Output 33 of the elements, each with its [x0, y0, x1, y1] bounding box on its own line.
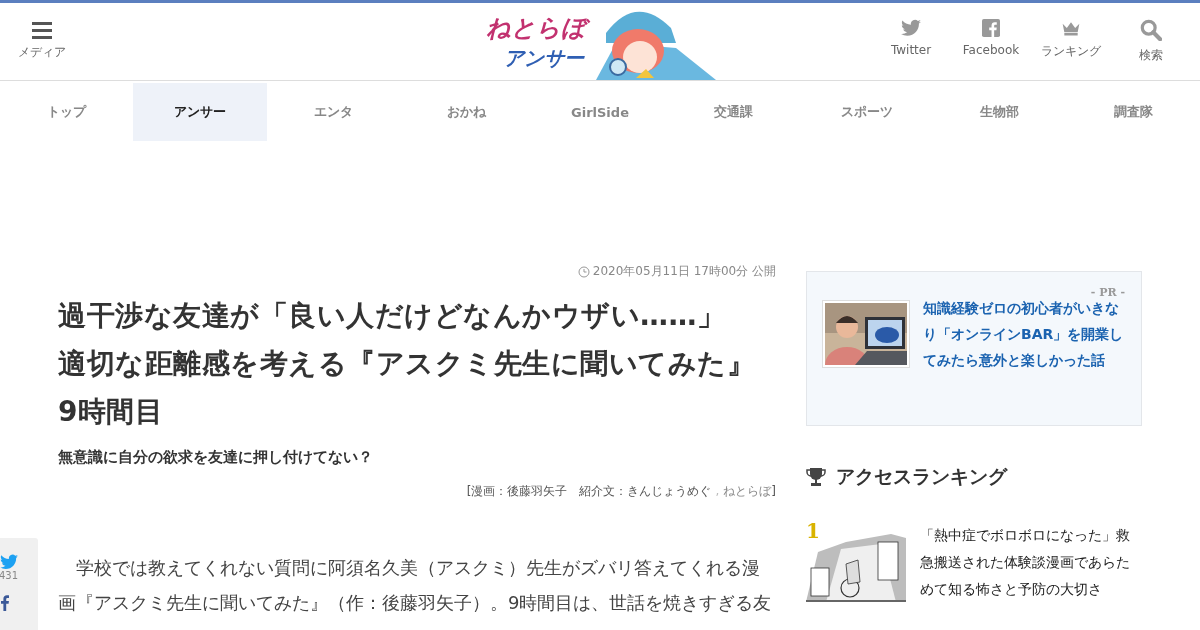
menu-button[interactable]: メディア [18, 22, 66, 61]
nav-tab[interactable]: 調査隊 [1066, 83, 1200, 141]
facebook-icon[interactable] [0, 595, 10, 611]
nav-tab[interactable]: トップ [0, 83, 134, 141]
nav-tab[interactable]: おかね [400, 83, 534, 141]
ranking-heading: アクセスランキング [836, 464, 1007, 489]
menu-icon [32, 22, 52, 39]
rank-number: 1 [806, 521, 820, 541]
nav-tab[interactable]: 生物部 [933, 83, 1067, 141]
search-button[interactable]: 検索 [1120, 19, 1182, 64]
credit-link[interactable]: ねとらぼ [723, 484, 772, 498]
share-count: 431 [0, 570, 19, 581]
twitter-button[interactable]: Twitter [880, 19, 942, 64]
facebook-button[interactable]: Facebook [960, 19, 1022, 64]
article-body: 学校では教えてくれない質問に阿須名久美（アスクミ）先生がズバリ答えてくれる漫 画『アスクミ先生に聞いてみた』（作：後藤羽矢子）。9時間目は、世話を焼きすぎる友 [58, 556, 773, 615]
nav-tab[interactable]: アンサー [133, 83, 267, 141]
article-credit: [漫画：後藤羽矢子 紹介文：きんじょうめぐ , ねとらぼ] [466, 483, 776, 500]
article-title: 過干渉な友達が「良い人だけどなんかウザい……」 適切な距離感を考える『アスクミ先生に聞いてみた』 9時間目 [58, 298, 756, 430]
nav-tab[interactable]: エンタ [266, 83, 400, 141]
logo-subtitle[interactable]: アンサー [502, 44, 590, 71]
trophy-icon [806, 467, 826, 487]
search-icon [1140, 19, 1162, 41]
ranking-button[interactable]: ランキング [1040, 19, 1102, 64]
clock-icon [577, 265, 590, 278]
nav-tab[interactable]: 交通課 [666, 83, 800, 141]
article-subtitle: 無意識に自分の欲求を友達に押し付けてない？ [58, 448, 374, 467]
nav-tab[interactable]: スポーツ [800, 83, 934, 141]
ranking-link[interactable]: 「熱中症でボロボロになった」救急搬送された体験談漫画であらためて知る怖さと予防の大切さ [920, 522, 1135, 603]
nav-tab[interactable]: GirlSide [533, 83, 667, 141]
facebook-icon [981, 19, 1001, 37]
publish-date: 2020年05月11日 17時00分 公開 [592, 263, 776, 280]
bird-icon [901, 19, 921, 37]
logo-title[interactable]: ねとらぼ [484, 12, 592, 43]
